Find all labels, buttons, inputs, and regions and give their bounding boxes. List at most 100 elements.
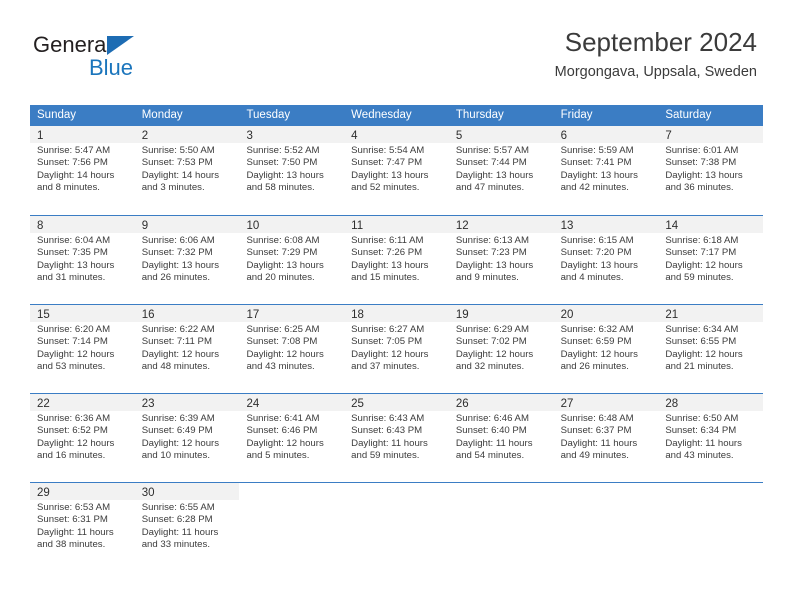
daylight-text-line1: Daylight: 13 hours xyxy=(37,259,115,271)
day-number-band: 5 xyxy=(448,126,554,143)
day-details: Sunrise: 5:47 AM Sunset: 7:56 PM Daylight:… xyxy=(30,143,135,194)
day-cell[interactable]: 4 Sunrise: 5:54 AM Sunset: 7:47 PM Daylight… xyxy=(344,126,449,215)
day-number-band: 18 xyxy=(344,305,449,322)
daylight-text-line2: and 8 minutes. xyxy=(37,181,100,193)
day-cell[interactable]: 13 Sunrise: 6:15 AM Sunset: 7:20 PM Dayligh… xyxy=(553,216,659,304)
sunset-text: Sunset: 7:56 PM xyxy=(37,157,108,169)
sunset-text: Sunset: 6:59 PM xyxy=(560,336,632,348)
day-cell[interactable]: 20 Sunrise: 6:32 AM Sunset: 6:59 PM Dayligh… xyxy=(553,305,659,393)
sunrise-text: Sunrise: 6:20 AM xyxy=(37,324,111,335)
day-number-band: 21 xyxy=(658,305,764,322)
day-cell[interactable]: 28 Sunrise: 6:50 AM Sunset: 6:34 PM Dayligh… xyxy=(658,394,764,482)
day-number-band: 24 xyxy=(239,394,345,411)
daylight-text-line2: and 48 minutes. xyxy=(141,360,210,372)
day-cell[interactable]: 10 Sunrise: 6:08 AM Sunset: 7:29 PM Dayligh… xyxy=(239,216,345,304)
day-cell[interactable]: 19 Sunrise: 6:29 AM Sunset: 7:02 PM Dayligh… xyxy=(448,305,554,393)
day-cell[interactable]: 11 Sunrise: 6:11 AM Sunset: 7:26 PM Dayligh… xyxy=(344,216,449,304)
day-number: 17 xyxy=(246,309,260,321)
sunset-text: Sunset: 6:34 PM xyxy=(665,425,737,437)
day-cell[interactable]: 7 Sunrise: 6:01 AM Sunset: 7:38 PM Daylight… xyxy=(658,126,764,215)
day-cell[interactable]: 23 Sunrise: 6:39 AM Sunset: 6:49 PM Dayligh… xyxy=(134,394,240,482)
daylight-text-line1: Daylight: 11 hours xyxy=(665,437,742,449)
day-cell[interactable]: 8 Sunrise: 6:04 AM Sunset: 7:35 PM Daylight… xyxy=(30,216,135,304)
day-cell[interactable]: 15 Sunrise: 6:20 AM Sunset: 7:14 PM Dayligh… xyxy=(30,305,135,393)
day-number-band: 16 xyxy=(134,305,240,322)
day-cell[interactable]: 6 Sunrise: 5:59 AM Sunset: 7:41 PM Daylight… xyxy=(553,126,659,215)
sunset-text: Sunset: 7:26 PM xyxy=(351,247,423,259)
day-cell[interactable]: 29 Sunrise: 6:53 AM Sunset: 6:31 PM Dayligh… xyxy=(30,483,135,571)
daylight-text-line1: Daylight: 13 hours xyxy=(560,259,638,271)
sunrise-text: Sunrise: 6:36 AM xyxy=(37,413,111,424)
day-details: Sunrise: 6:15 AM Sunset: 7:20 PM Daylight:… xyxy=(554,233,659,284)
daylight-text-line2: and 4 minutes. xyxy=(560,271,624,283)
daylight-text-line2: and 53 minutes. xyxy=(37,360,106,372)
day-number: 23 xyxy=(141,398,155,410)
day-cell-empty xyxy=(449,483,554,571)
day-cell[interactable]: 9 Sunrise: 6:06 AM Sunset: 7:32 PM Daylight… xyxy=(134,216,240,304)
daylight-text-line1: Daylight: 11 hours xyxy=(351,437,428,449)
daylight-text-line2: and 36 minutes. xyxy=(665,181,734,193)
day-cell[interactable]: 1 Sunrise: 5:47 AM Sunset: 7:56 PM Daylight… xyxy=(30,126,135,215)
day-cell[interactable]: 24 Sunrise: 6:41 AM Sunset: 6:46 PM Dayligh… xyxy=(239,394,345,482)
sunset-text: Sunset: 7:02 PM xyxy=(455,336,527,348)
day-cell[interactable]: 2 Sunrise: 5:50 AM Sunset: 7:53 PM Daylight… xyxy=(134,126,240,215)
daylight-text-line1: Daylight: 14 hours xyxy=(37,169,115,181)
sunrise-text: Sunrise: 6:32 AM xyxy=(560,324,634,335)
sunset-text: Sunset: 7:20 PM xyxy=(560,247,632,259)
daylight-text-line2: and 42 minutes. xyxy=(560,181,629,193)
day-cell[interactable]: 30 Sunrise: 6:55 AM Sunset: 6:28 PM Dayligh… xyxy=(134,483,240,571)
sunset-text: Sunset: 6:55 PM xyxy=(665,336,737,348)
daylight-text-line1: Daylight: 12 hours xyxy=(351,348,429,360)
sunset-text: Sunset: 7:05 PM xyxy=(351,336,423,348)
day-cell[interactable]: 22 Sunrise: 6:36 AM Sunset: 6:52 PM Dayligh… xyxy=(30,394,135,482)
day-number: 30 xyxy=(141,487,155,499)
day-details: Sunrise: 6:18 AM Sunset: 7:17 PM Daylight:… xyxy=(658,233,763,284)
sunrise-text: Sunrise: 6:04 AM xyxy=(37,235,111,246)
weekday-header-friday: Friday xyxy=(560,109,593,121)
day-cell[interactable]: 12 Sunrise: 6:13 AM Sunset: 7:23 PM Dayligh… xyxy=(448,216,554,304)
daylight-text-line2: and 31 minutes. xyxy=(37,271,106,283)
daylight-text-line2: and 15 minutes. xyxy=(351,271,420,283)
daylight-text-line2: and 21 minutes. xyxy=(665,360,734,372)
sunset-text: Sunset: 7:44 PM xyxy=(455,157,527,169)
day-cell[interactable]: 5 Sunrise: 5:57 AM Sunset: 7:44 PM Daylight… xyxy=(448,126,554,215)
day-number: 15 xyxy=(37,309,50,321)
day-details: Sunrise: 6:32 AM Sunset: 6:59 PM Daylight:… xyxy=(554,322,659,373)
day-cell[interactable]: 26 Sunrise: 6:46 AM Sunset: 6:40 PM Dayligh… xyxy=(448,394,554,482)
day-number: 12 xyxy=(455,220,469,232)
day-cell[interactable]: 25 Sunrise: 6:43 AM Sunset: 6:43 PM Dayligh… xyxy=(344,394,449,482)
daylight-text-line2: and 49 minutes. xyxy=(560,449,629,461)
day-number: 24 xyxy=(246,398,260,410)
day-number-band: 29 xyxy=(30,483,135,500)
day-details: Sunrise: 5:57 AM Sunset: 7:44 PM Daylight:… xyxy=(449,143,554,194)
day-number-band: 1 xyxy=(30,126,135,143)
day-cell[interactable]: 21 Sunrise: 6:34 AM Sunset: 6:55 PM Dayligh… xyxy=(658,305,764,393)
daylight-text-line2: and 26 minutes. xyxy=(560,360,629,372)
day-details: Sunrise: 6:43 AM Sunset: 6:43 PM Daylight:… xyxy=(344,411,449,462)
day-details: Sunrise: 6:41 AM Sunset: 6:46 PM Daylight:… xyxy=(239,411,344,462)
day-cell[interactable]: 16 Sunrise: 6:22 AM Sunset: 7:11 PM Dayligh… xyxy=(134,305,240,393)
daylight-text-line2: and 32 minutes. xyxy=(455,360,525,372)
day-details: Sunrise: 6:50 AM Sunset: 6:34 PM Daylight:… xyxy=(658,411,763,462)
sunset-text: Sunset: 7:47 PM xyxy=(351,157,423,169)
day-cell[interactable]: 18 Sunrise: 6:27 AM Sunset: 7:05 PM Dayligh… xyxy=(344,305,449,393)
day-number: 4 xyxy=(351,130,358,142)
day-number: 28 xyxy=(665,398,679,410)
day-cell[interactable]: 14 Sunrise: 6:18 AM Sunset: 7:17 PM Dayligh… xyxy=(658,216,764,304)
day-cell[interactable]: 3 Sunrise: 5:52 AM Sunset: 7:50 PM Daylight… xyxy=(239,126,345,215)
day-number: 19 xyxy=(455,309,469,321)
day-details: Sunrise: 6:22 AM Sunset: 7:11 PM Daylight:… xyxy=(135,322,240,373)
day-details: Sunrise: 6:13 AM Sunset: 7:23 PM Daylight:… xyxy=(449,233,554,284)
day-cell[interactable]: 27 Sunrise: 6:48 AM Sunset: 6:37 PM Dayligh… xyxy=(553,394,659,482)
day-details: Sunrise: 6:11 AM Sunset: 7:26 PM Daylight:… xyxy=(344,233,449,284)
sunset-text: Sunset: 7:50 PM xyxy=(246,157,318,169)
daylight-text-line1: Daylight: 13 hours xyxy=(246,259,324,271)
daylight-text-line1: Daylight: 12 hours xyxy=(37,348,115,360)
day-details: Sunrise: 6:25 AM Sunset: 7:08 PM Daylight:… xyxy=(239,322,344,373)
day-number-band: 15 xyxy=(30,305,135,322)
day-number-band xyxy=(554,483,659,500)
day-cell[interactable]: 17 Sunrise: 6:25 AM Sunset: 7:08 PM Dayligh… xyxy=(239,305,345,393)
daylight-text-line2: and 43 minutes. xyxy=(665,449,734,461)
generalblue-logo[interactable]: General Blue xyxy=(33,32,233,84)
sunrise-text: Sunrise: 6:25 AM xyxy=(246,324,320,335)
